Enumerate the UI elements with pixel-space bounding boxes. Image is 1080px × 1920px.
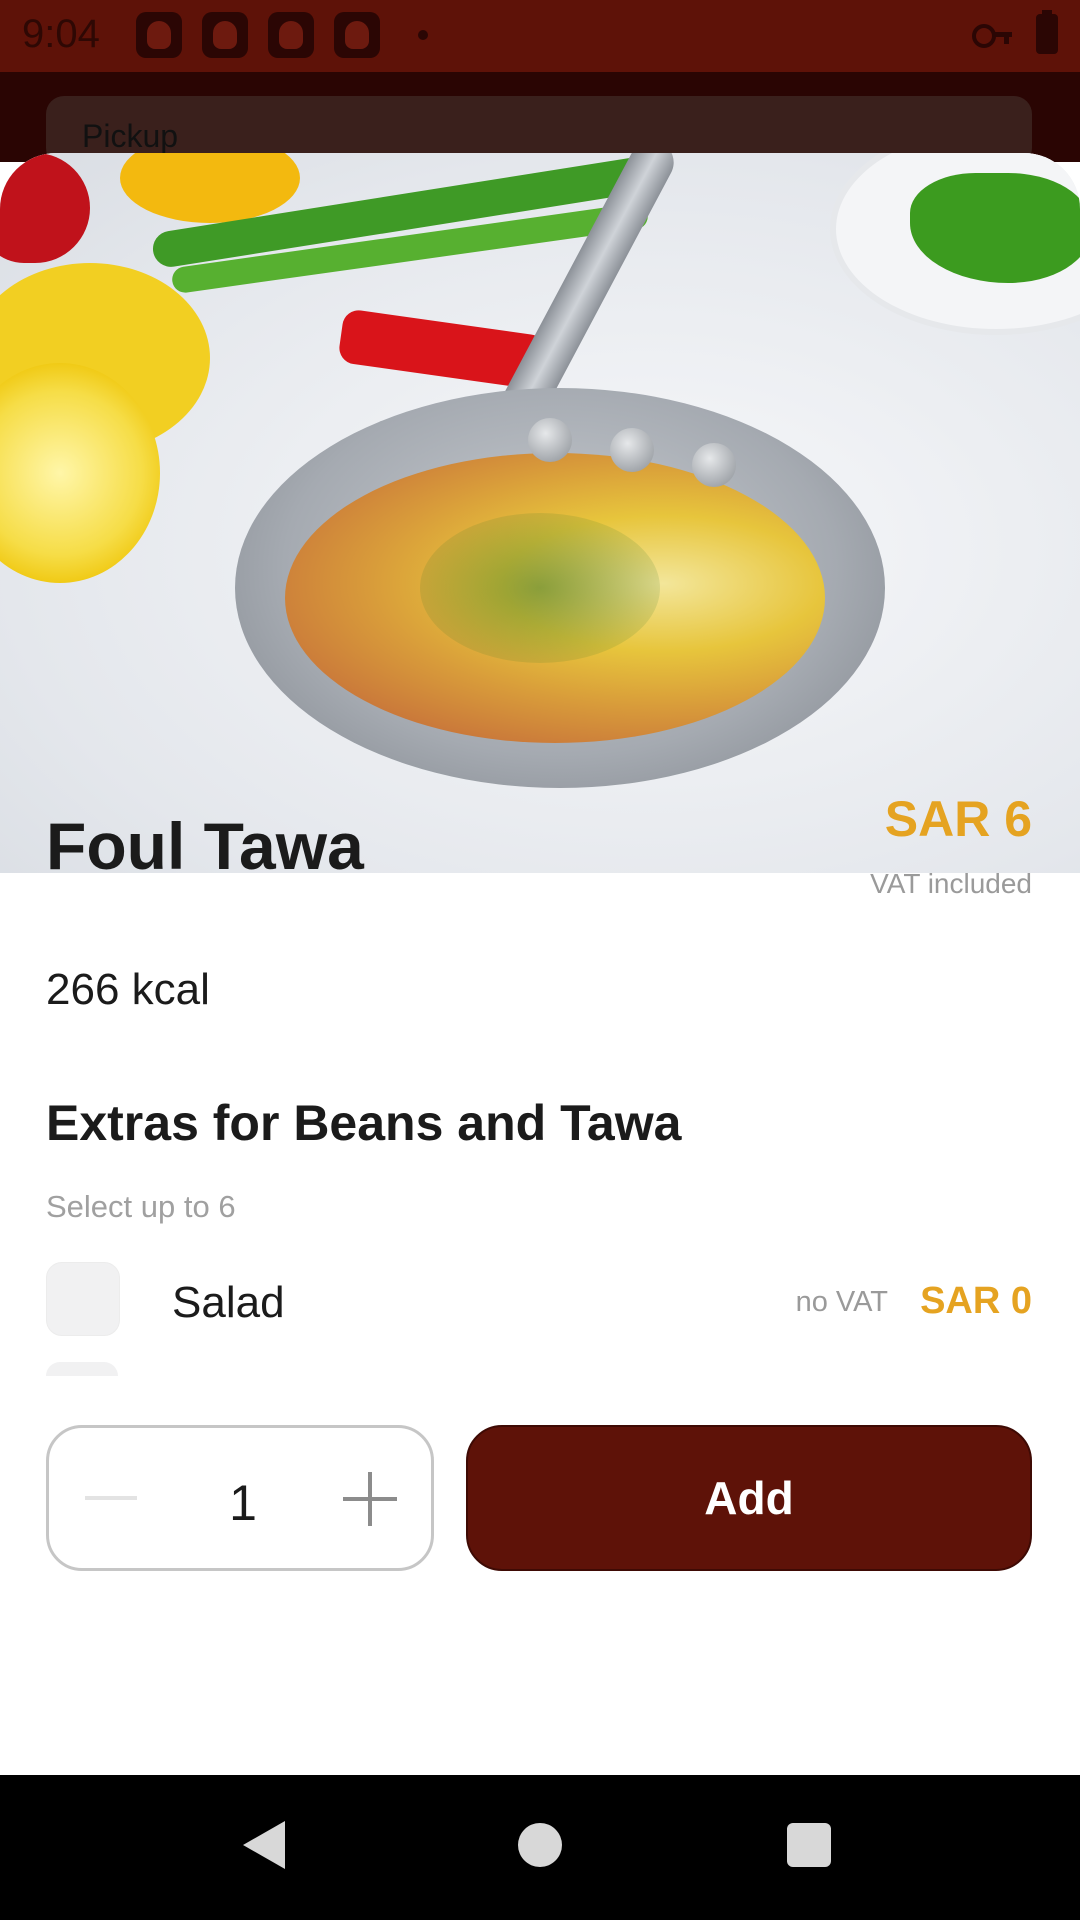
- item-title: Foul Tawa: [46, 809, 364, 883]
- battery-charging-icon: [1036, 10, 1058, 54]
- option-checkbox[interactable]: [46, 1362, 118, 1376]
- navigation-bar: [0, 1775, 1080, 1920]
- vpn-key-icon: [972, 22, 1012, 48]
- app-icon: [268, 12, 314, 58]
- extra-option-salad[interactable]: Salad no VAT SAR 0: [46, 1262, 1032, 1336]
- status-right: [972, 10, 1058, 54]
- item-price: SAR 6: [884, 791, 1032, 847]
- status-bar: 9:04: [0, 0, 1080, 72]
- option-vat-note: no VAT: [795, 1286, 888, 1318]
- plus-icon[interactable]: [343, 1472, 397, 1526]
- item-image: [0, 153, 1080, 873]
- more-notifications-dot: [418, 30, 428, 40]
- status-app-icons: [136, 12, 380, 58]
- option-checkbox[interactable]: [46, 1262, 120, 1336]
- recent-apps-icon[interactable]: [787, 1823, 831, 1867]
- add-button[interactable]: Add: [466, 1425, 1032, 1571]
- option-label: Salad: [172, 1278, 285, 1327]
- extras-title: Extras for Beans and Tawa: [46, 1095, 682, 1151]
- status-time: 9:04: [22, 12, 100, 56]
- app-icon: [202, 12, 248, 58]
- option-price: SAR 0: [920, 1280, 1032, 1322]
- vat-note: VAT included: [870, 868, 1032, 899]
- order-type-value: Pickup: [82, 118, 179, 154]
- app-icon: [334, 12, 380, 58]
- back-icon[interactable]: [243, 1821, 285, 1869]
- calories: 266 kcal: [46, 965, 210, 1014]
- extras-hint: Select up to 6: [46, 1189, 236, 1224]
- app-icon: [136, 12, 182, 58]
- quantity-stepper: 1: [46, 1425, 434, 1571]
- home-icon[interactable]: [518, 1823, 562, 1867]
